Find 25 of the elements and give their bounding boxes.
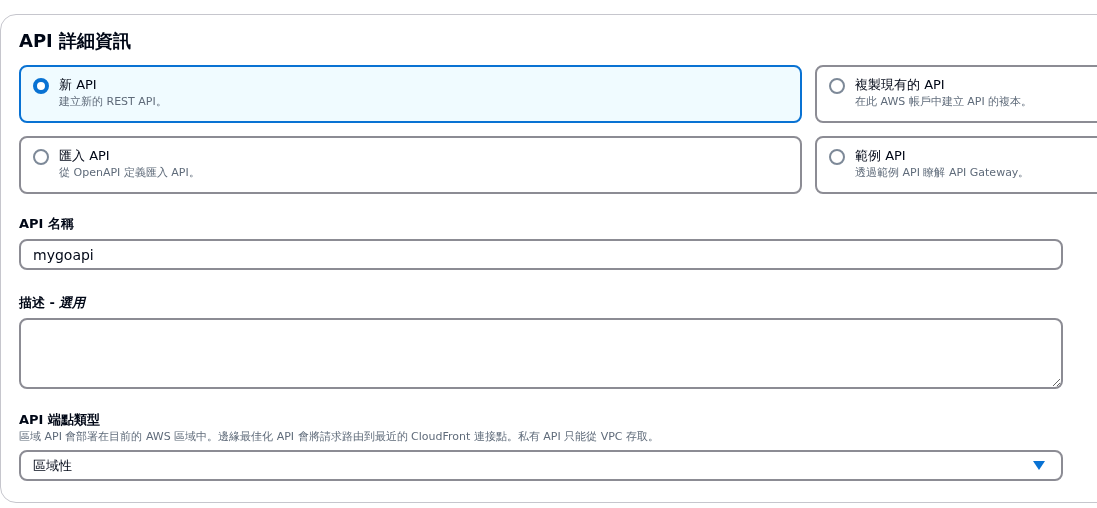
endpoint-select[interactable]: 區域性	[19, 450, 1063, 481]
caret-icon	[1033, 461, 1045, 470]
option-tile[interactable]: 新 API 建立新的 REST API。	[19, 65, 802, 123]
option-label: 複製現有的 API	[855, 76, 946, 94]
option-label: 新 API	[59, 76, 98, 94]
option-description: 透過範例 API 瞭解 API Gateway。	[855, 165, 1030, 181]
field-hint: 區域 API 會部署在目前的 AWS 區域中。邊緣最佳化 API 會將請求路由到最近的 CloudFront 連接點。私有 API 只能從 VPC 存取。	[19, 429, 661, 445]
field-label: 描述 - 選用	[19, 294, 88, 312]
option-tile[interactable]: 複製現有的 API 在此 AWS 帳戶中建立 API 的複本。	[815, 65, 1097, 123]
name-input[interactable]: mygoapi	[19, 239, 1063, 270]
option-label: 範例 API	[855, 147, 907, 165]
option-label: 匯入 API	[59, 147, 111, 165]
radio-button[interactable]	[33, 78, 49, 94]
field-label: API 名稱	[19, 215, 75, 233]
option-tile[interactable]: 匯入 API 從 OpenAPI 定義匯入 API。	[19, 136, 802, 194]
option-description: 在此 AWS 帳戶中建立 API 的複本。	[855, 94, 1033, 110]
option-tile[interactable]: 範例 API 透過範例 API 瞭解 API Gateway。	[815, 136, 1097, 194]
option-description: 建立新的 REST API。	[59, 94, 167, 110]
radio-button[interactable]	[829, 149, 845, 165]
field-label: API 端點類型	[19, 411, 101, 429]
radio-button[interactable]	[829, 78, 845, 94]
radio-button[interactable]	[33, 149, 49, 165]
description-textarea[interactable]	[19, 318, 1063, 389]
section-title: API 詳細資訊	[19, 29, 133, 53]
option-description: 從 OpenAPI 定義匯入 API。	[59, 165, 200, 181]
